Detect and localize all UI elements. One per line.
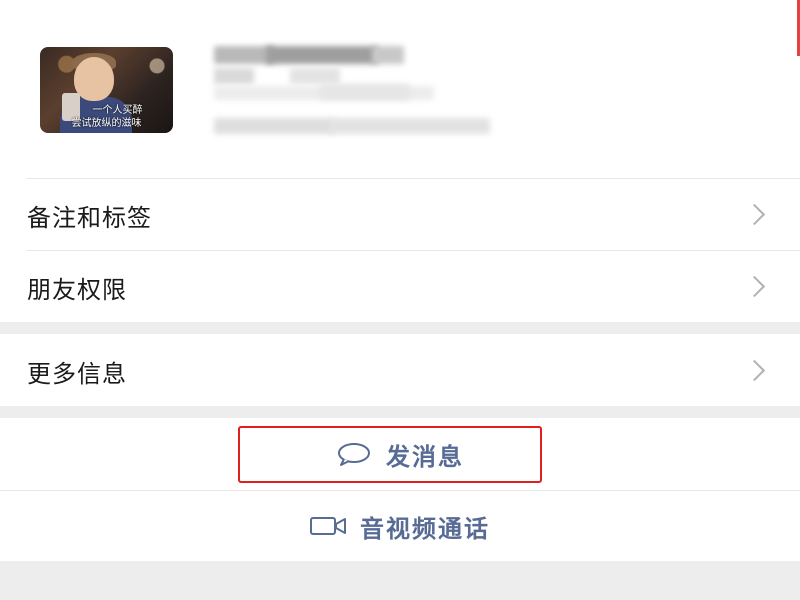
chevron-right-icon [743,203,766,226]
chevron-right-icon [743,359,766,382]
chevron-right-icon [743,275,766,298]
avatar-caption-line1: 一个人买醉 [92,105,143,116]
av-call-button[interactable]: 音视频通话 [0,490,800,561]
settings-row-more-info[interactable]: 更多信息 [0,334,800,406]
avatar-caption-line2: 尝试放纵的滋味 [71,118,142,129]
avatar[interactable]: 一个人买醉 尝试放纵的滋味 [40,47,173,133]
av-call-label: 音视频通话 [360,514,490,543]
row-label: 备注和标签 [27,204,152,232]
video-camera-icon [310,517,346,535]
contact-profile-page: 一个人买醉 尝试放纵的滋味 备注和标签 朋友权限 更多信息 发消息 音视频通话 [0,0,800,600]
profile-header: 一个人买醉 尝试放纵的滋味 [0,0,800,178]
row-label: 更多信息 [27,360,127,388]
settings-row-remarks-tags[interactable]: 备注和标签 [0,178,800,250]
highlight-annotation [238,426,542,483]
settings-row-friend-permissions[interactable]: 朋友权限 [0,250,800,322]
row-label: 朋友权限 [27,276,127,304]
